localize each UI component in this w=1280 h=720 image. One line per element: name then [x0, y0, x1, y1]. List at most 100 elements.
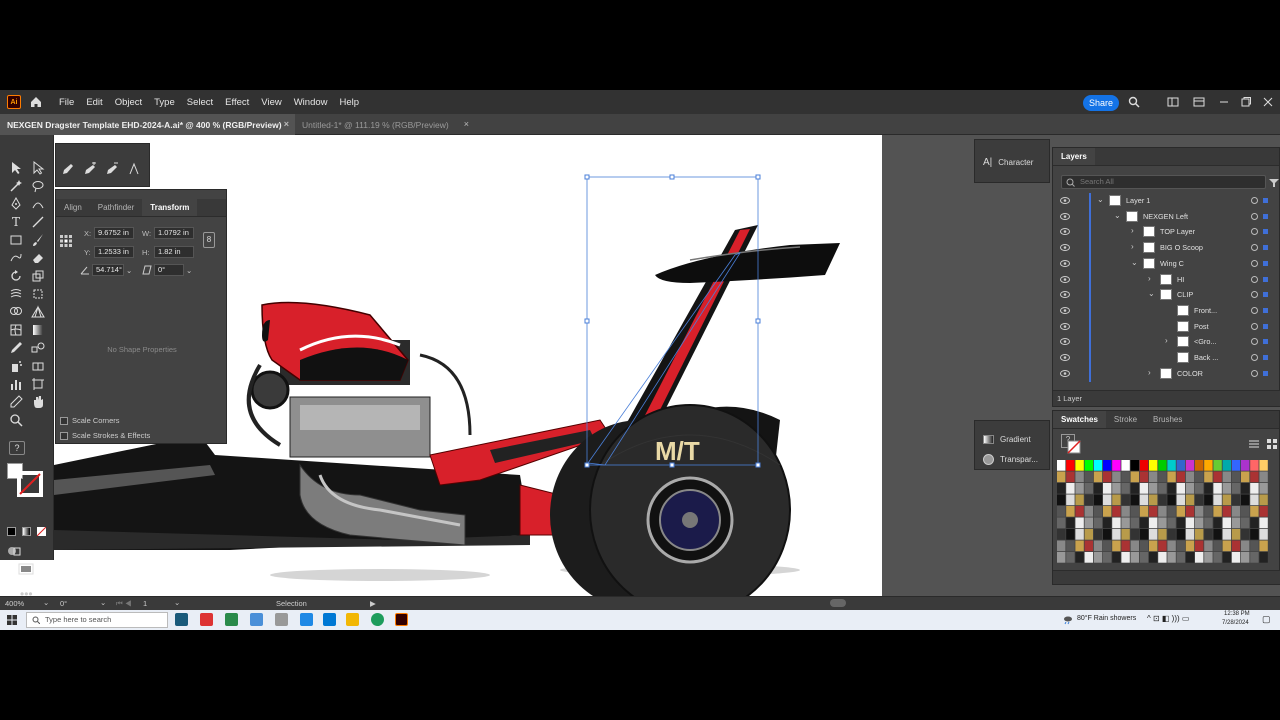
swatch[interactable]: [1231, 506, 1241, 517]
mail-icon[interactable]: [323, 613, 336, 626]
tab-stroke[interactable]: Stroke: [1106, 411, 1145, 428]
swatch[interactable]: [1222, 529, 1231, 540]
visibility-eye-icon[interactable]: [1060, 338, 1070, 346]
swatch[interactable]: [1231, 540, 1241, 552]
swatch[interactable]: [1057, 506, 1066, 517]
target-circle-icon[interactable]: [1251, 197, 1258, 204]
lasso-icon[interactable]: [31, 179, 45, 193]
swatch[interactable]: [1176, 460, 1185, 471]
swatch[interactable]: [1121, 552, 1130, 563]
target-circle-icon[interactable]: [1251, 291, 1258, 299]
swatch[interactable]: [1250, 460, 1259, 471]
swatch[interactable]: [1121, 494, 1130, 506]
swatch[interactable]: [1185, 471, 1195, 483]
swatch[interactable]: [1130, 540, 1139, 552]
swatch[interactable]: [1167, 552, 1176, 563]
swatch[interactable]: [1149, 471, 1158, 483]
swatch[interactable]: [1185, 483, 1195, 494]
swatch[interactable]: [1112, 506, 1121, 517]
delete-anchor-point-icon[interactable]: [105, 162, 119, 176]
swatch[interactable]: [1158, 517, 1167, 529]
swatch[interactable]: [1149, 506, 1158, 517]
selection-indicator[interactable]: [1263, 229, 1268, 235]
swatch[interactable]: [1204, 552, 1213, 563]
layer-row[interactable]: › BIG O Scoop: [1053, 240, 1280, 257]
swatch[interactable]: [1213, 506, 1222, 517]
stroke-indicator-icon[interactable]: [1067, 440, 1081, 454]
first-artboard-icon[interactable]: ⏮ ◀: [116, 599, 132, 609]
layer-row[interactable]: Back ...: [1053, 350, 1280, 366]
warp-tool-icon[interactable]: [9, 287, 23, 301]
target-circle-icon[interactable]: [1251, 338, 1258, 346]
taskbar-app-icon[interactable]: [300, 613, 313, 626]
swatch[interactable]: [1130, 494, 1139, 506]
gradient-tool-icon[interactable]: [31, 323, 45, 337]
menu-edit[interactable]: Edit: [80, 97, 108, 108]
tab-layers[interactable]: Layers: [1053, 148, 1095, 165]
swatch[interactable]: [1241, 506, 1250, 517]
windows-start-icon[interactable]: [7, 615, 17, 625]
swatch[interactable]: [1066, 460, 1075, 471]
workspace-icon[interactable]: [1193, 96, 1205, 108]
selection-indicator[interactable]: [1263, 355, 1268, 360]
swatch[interactable]: [1222, 460, 1231, 471]
swatch[interactable]: [1167, 540, 1176, 552]
target-circle-icon[interactable]: [1251, 259, 1258, 267]
swatch[interactable]: [1075, 483, 1084, 494]
chevron-down-icon[interactable]: ⌄: [1148, 289, 1155, 298]
swatch[interactable]: [1075, 506, 1084, 517]
visibility-eye-icon[interactable]: [1060, 291, 1070, 299]
menu-file[interactable]: File: [53, 97, 80, 108]
chevron-down-icon[interactable]: ⌄: [1114, 211, 1121, 220]
horizontal-scrollbar[interactable]: [830, 599, 846, 607]
direct-selection-tool-icon[interactable]: [31, 161, 45, 175]
swatch[interactable]: [1130, 529, 1139, 540]
swatch[interactable]: [1057, 517, 1066, 529]
target-circle-icon[interactable]: [1251, 275, 1258, 283]
swatch[interactable]: [1139, 517, 1149, 529]
swatch[interactable]: [1084, 552, 1093, 563]
selection-indicator[interactable]: [1263, 213, 1268, 219]
magic-wand-icon[interactable]: [9, 179, 23, 193]
swatch[interactable]: [1057, 483, 1066, 494]
swatch[interactable]: [1103, 529, 1112, 540]
draw-mode-icon[interactable]: [7, 545, 21, 557]
menu-type[interactable]: Type: [148, 97, 181, 108]
tab-transform[interactable]: Transform: [142, 199, 198, 216]
help-icon[interactable]: ?: [9, 441, 25, 455]
swatch[interactable]: [1075, 494, 1084, 506]
swatch[interactable]: [1158, 471, 1167, 483]
swatch[interactable]: [1084, 506, 1093, 517]
swatch[interactable]: [1121, 540, 1130, 552]
menu-effect[interactable]: Effect: [219, 97, 255, 108]
swatch[interactable]: [1222, 494, 1231, 506]
swatch[interactable]: [1066, 552, 1075, 563]
swatch[interactable]: [1093, 471, 1103, 483]
swatch[interactable]: [1149, 460, 1158, 471]
menu-view[interactable]: View: [255, 97, 287, 108]
swatch[interactable]: [1167, 460, 1176, 471]
selection-indicator[interactable]: [1263, 292, 1268, 298]
swatch[interactable]: [1103, 540, 1112, 552]
add-anchor-point-icon[interactable]: [83, 162, 97, 176]
constrain-proportions-icon[interactable]: 8: [203, 232, 215, 248]
swatch[interactable]: [1195, 483, 1204, 494]
shear-input[interactable]: 0°: [154, 264, 184, 276]
swatch[interactable]: [1195, 517, 1204, 529]
swatch[interactable]: [1158, 552, 1167, 563]
swatch[interactable]: [1222, 552, 1231, 563]
status-menu-arrow-icon[interactable]: ▶: [370, 599, 376, 608]
swatch[interactable]: [1185, 529, 1195, 540]
swatch[interactable]: [1241, 494, 1250, 506]
swatch[interactable]: [1066, 494, 1075, 506]
layer-row[interactable]: ⌄ Wing C: [1053, 255, 1280, 272]
color-mode-icon[interactable]: [7, 527, 16, 536]
swatch[interactable]: [1167, 483, 1176, 494]
swatch-grid[interactable]: [1057, 460, 1269, 565]
gradient-mode-icon[interactable]: [22, 527, 31, 536]
swatch[interactable]: [1084, 540, 1093, 552]
swatch[interactable]: [1112, 471, 1121, 483]
swatch[interactable]: [1093, 483, 1103, 494]
swatch[interactable]: [1084, 517, 1093, 529]
swatch[interactable]: [1231, 517, 1241, 529]
